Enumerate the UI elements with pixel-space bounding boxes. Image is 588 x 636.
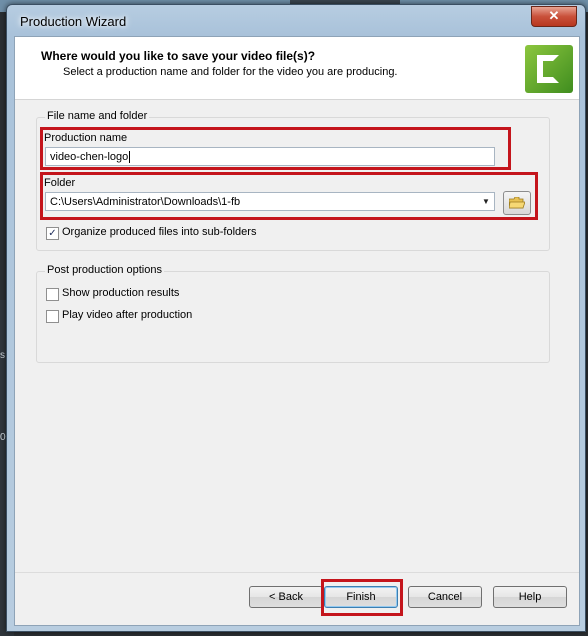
- show-results-checkbox[interactable]: [46, 288, 59, 301]
- window-title: Production Wizard: [20, 14, 127, 29]
- show-results-label[interactable]: Show production results: [62, 287, 179, 299]
- close-icon: ✕: [548, 8, 560, 23]
- cancel-button[interactable]: Cancel: [408, 586, 482, 608]
- group-label: File name and folder: [45, 110, 150, 122]
- organize-checkbox[interactable]: ✓: [46, 227, 59, 240]
- page-subheading: Select a production name and folder for …: [63, 66, 398, 78]
- wizard-body: Where would you like to save your video …: [14, 36, 580, 626]
- footer-separator: [15, 572, 579, 573]
- title-bar[interactable]: Production Wizard ✕: [7, 5, 585, 35]
- organize-label[interactable]: Organize produced files into sub-folders: [62, 226, 256, 238]
- production-name-highlight: [40, 127, 511, 170]
- help-button[interactable]: Help: [493, 586, 567, 608]
- background-text: s: [0, 350, 5, 361]
- play-video-label[interactable]: Play video after production: [62, 309, 192, 321]
- group-label: Post production options: [45, 264, 164, 276]
- play-video-checkbox[interactable]: [46, 310, 59, 323]
- wizard-header: Where would you like to save your video …: [15, 37, 579, 100]
- back-button[interactable]: < Back: [249, 586, 323, 608]
- close-button[interactable]: ✕: [531, 6, 577, 27]
- folder-highlight: [40, 172, 538, 220]
- finish-highlight: [321, 579, 403, 616]
- page-heading: Where would you like to save your video …: [41, 49, 316, 63]
- camtasia-logo-icon: [525, 45, 573, 93]
- production-wizard-window: Production Wizard ✕ Where would you like…: [6, 4, 586, 632]
